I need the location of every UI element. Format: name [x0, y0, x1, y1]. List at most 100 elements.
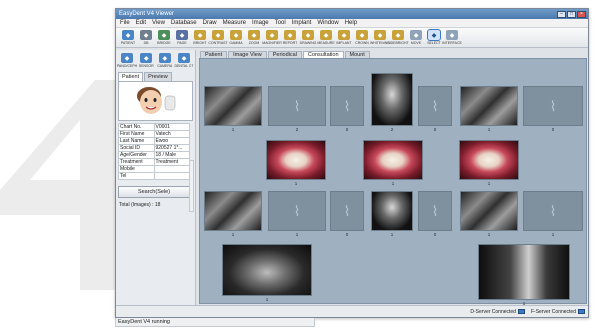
- toolbar-gamma-button[interactable]: ◆ GAMMA: [228, 30, 244, 45]
- left-tool-sensor-button[interactable]: ◆ SENSOR: [138, 53, 155, 68]
- thumb-intraoral[interactable]: 1: [363, 140, 423, 186]
- camera-icon: ◆: [158, 53, 171, 63]
- menu-database[interactable]: Database: [171, 20, 197, 26]
- title-bar: EasyDent V4 Viewer – □ ×: [116, 9, 588, 19]
- tab-consultation[interactable]: Consultation: [302, 51, 344, 58]
- info-value: [153, 165, 190, 173]
- menu-implant[interactable]: Implant: [292, 20, 312, 26]
- left-tabs: Patient Preview: [116, 72, 195, 81]
- app-status-text: EasyDent V4 running: [115, 318, 315, 327]
- tool-label: CAMERA: [157, 64, 173, 68]
- toolbar-implant-button[interactable]: ◆ IMPLANT: [336, 30, 352, 45]
- toolbar-bridge-button[interactable]: ◆ BRIDGE: [156, 30, 172, 45]
- thumb-template[interactable]: ⌇ 0: [330, 86, 364, 132]
- table-row: Tel: [118, 172, 190, 180]
- thumb-xray[interactable]: 1: [460, 86, 518, 132]
- close-button[interactable]: ×: [577, 10, 586, 18]
- toolbar-bright-button[interactable]: ◆ BRIGHT: [192, 30, 208, 45]
- menu-image[interactable]: Image: [252, 20, 269, 26]
- left-tool-camera-button[interactable]: ◆ CAMERA: [157, 53, 174, 68]
- menu-file[interactable]: File: [120, 20, 130, 26]
- left-tool-pano-ceph-button[interactable]: ◆ PANO/CEPH: [116, 53, 138, 68]
- thumb-template[interactable]: ⌇ 0: [418, 86, 452, 132]
- toolbar-sidebright-button[interactable]: ◆ SIDEBRIGHT: [387, 30, 409, 45]
- toolbar-measure-button[interactable]: ◆ MEASURE: [317, 30, 335, 45]
- toolbar-interface-button[interactable]: ◆ INTERFACE: [442, 30, 462, 45]
- maximize-button[interactable]: □: [567, 10, 576, 18]
- toolbar-page-button[interactable]: ◆ PAGE: [174, 30, 190, 45]
- thumb-template[interactable]: ⌇ 2: [268, 86, 326, 132]
- left-tool-dental-ct-button[interactable]: ◆ DENTAL CT: [174, 53, 194, 68]
- toolbar-report-button[interactable]: ◆ REPORT: [282, 30, 298, 45]
- tool-label: CONTRAST: [208, 41, 228, 45]
- d-server-label: D-Server Connected: [470, 308, 516, 315]
- toolbar-zoom-button[interactable]: ◆ ZOOM: [246, 30, 262, 45]
- minimize-button[interactable]: –: [557, 10, 566, 18]
- toolbar-patient-button[interactable]: ◆ PATIENT: [120, 30, 136, 45]
- patient-avatar-icon: [119, 82, 191, 120]
- thumb-template[interactable]: ⌇ 1: [523, 191, 583, 237]
- toolbar-select-button[interactable]: ◆ SELECT: [426, 29, 442, 45]
- menu-window[interactable]: Window: [317, 20, 338, 26]
- menu-draw[interactable]: Draw: [203, 20, 217, 26]
- toolbar-move-button[interactable]: ◆ MOVE: [408, 30, 424, 45]
- menu-help[interactable]: Help: [345, 20, 357, 26]
- window-title: EasyDent V4 Viewer: [119, 11, 174, 17]
- tool-label: GAMMA: [229, 41, 243, 45]
- toolbar-whitening-button[interactable]: ◆ WHITENING: [370, 30, 390, 45]
- tool-label: PANO/CEPH: [116, 64, 138, 68]
- thumb-cephalometric[interactable]: 1: [478, 244, 570, 306]
- patient-icon: ◆: [122, 30, 134, 40]
- search-button[interactable]: Search(Sele): [118, 186, 190, 198]
- info-label: Tel: [118, 172, 155, 180]
- thumb-intraoral[interactable]: 1: [459, 140, 519, 186]
- thumb-template[interactable]: ⌇ 0: [330, 191, 364, 237]
- table-row: Social ID 920527 1*...: [118, 144, 190, 152]
- toolbar-drawing-button[interactable]: ◆ DRAWING: [300, 30, 316, 45]
- thumb-xray[interactable]: 2: [371, 73, 413, 132]
- crown-icon: ◆: [356, 30, 368, 40]
- patient-photo: [118, 81, 193, 121]
- toolbar-contrast-button[interactable]: ◆ CONTRAST: [208, 30, 228, 45]
- table-row: Treatment Treatment: [118, 158, 190, 166]
- tab-preview[interactable]: Preview: [144, 72, 172, 81]
- thumb-xray[interactable]: 1: [460, 191, 518, 237]
- tool-label: MAGNIFIER: [262, 41, 282, 45]
- thumb-panoramic[interactable]: 1: [222, 244, 312, 302]
- menu-measure[interactable]: Measure: [223, 20, 246, 26]
- thumb-template[interactable]: ⌇ 0: [523, 86, 583, 132]
- info-scrollbar[interactable]: [189, 160, 194, 212]
- toolbar-crown-button[interactable]: ◆ CROWN: [354, 30, 370, 45]
- info-label: Chart No.: [118, 123, 155, 131]
- tool-label: SELECT: [427, 41, 441, 45]
- gamma-icon: ◆: [230, 30, 242, 40]
- pano-ceph-icon: ◆: [121, 53, 133, 63]
- tool-label: PATIENT: [120, 41, 136, 45]
- thumb-xray[interactable]: 1: [204, 86, 262, 132]
- tab-periodical[interactable]: Periodical: [267, 51, 302, 58]
- thumb-intraoral[interactable]: 1: [266, 140, 326, 186]
- toolbar-magnifier-button[interactable]: ◆ MAGNIFIER: [262, 30, 282, 45]
- left-panel: ◆ PANO/CEPH ◆ SENSOR ◆ CAMERA ◆ DENTAL CT Patie…: [116, 50, 196, 306]
- thumb-template[interactable]: ⌇ 1: [268, 191, 326, 237]
- tab-image-view[interactable]: Image View: [228, 51, 267, 58]
- menu-view[interactable]: View: [152, 20, 165, 26]
- thumb-number: 0: [551, 127, 555, 132]
- thumb-number: 1: [231, 232, 235, 237]
- thumb-xray-implant[interactable]: 1: [371, 191, 413, 237]
- menu-tool[interactable]: Tool: [275, 20, 286, 26]
- tab-mount[interactable]: Mount: [344, 51, 370, 58]
- info-value: Treatment: [153, 158, 190, 166]
- menu-edit[interactable]: Edit: [136, 20, 146, 26]
- tab-patient[interactable]: Patient: [118, 72, 144, 81]
- info-label: Mobile: [118, 165, 155, 173]
- thumb-xray[interactable]: 1: [204, 191, 262, 237]
- toolbar-db-button[interactable]: ◆ DB: [138, 30, 154, 45]
- tab-patient-main[interactable]: Patient: [200, 51, 228, 58]
- bright-icon: ◆: [194, 30, 206, 40]
- thumb-template[interactable]: ⌇ 0: [418, 191, 452, 237]
- info-value: 920527 1*...: [153, 144, 190, 152]
- main-tabs: Patient Image View Periodical Consultati…: [197, 50, 588, 58]
- sensor-icon: ◆: [140, 53, 153, 63]
- thumb-number: 1: [551, 232, 555, 237]
